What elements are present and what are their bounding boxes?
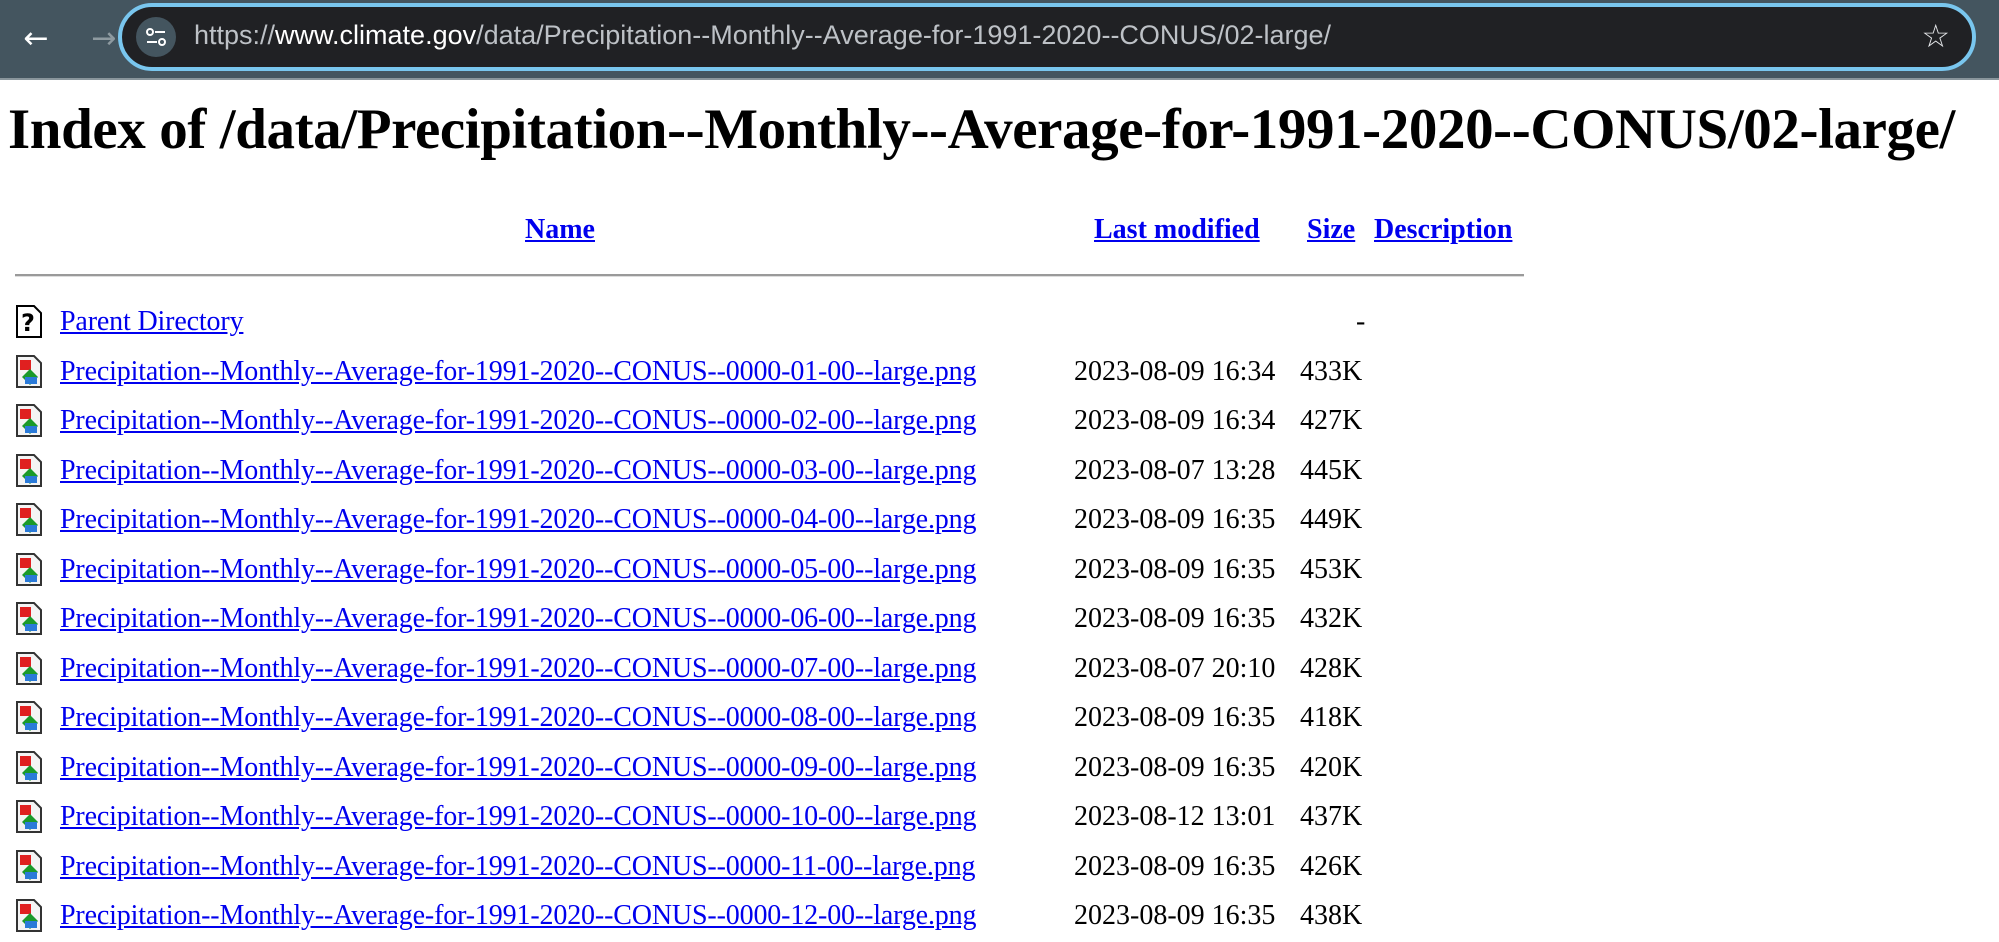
file-link[interactable]: Precipitation--Monthly--Average-for-1991… — [60, 504, 977, 536]
file-link[interactable]: Precipitation--Monthly--Average-for-1991… — [60, 554, 977, 586]
file-size: 437K — [1300, 801, 1363, 832]
file-last-modified: 2023-08-09 16:35 — [1074, 553, 1276, 585]
file-size: 420K — [1300, 751, 1363, 783]
file-last-modified: 2023-08-09 16:35 — [1074, 504, 1276, 535]
file-last-modified: 2023-08-09 16:35 — [1074, 850, 1276, 882]
address-bar[interactable]: https://www.climate.gov/data/Precipitati… — [118, 3, 1976, 71]
image-file-icon — [16, 404, 42, 437]
image-file-icon — [16, 354, 42, 388]
file-link[interactable]: Precipitation--Monthly--Average-for-1991… — [60, 801, 977, 833]
file-last-modified: 2023-08-09 16:34 — [1074, 355, 1276, 387]
arrow-left-icon: ← — [23, 20, 49, 56]
image-file-icon — [16, 701, 42, 734]
site-info-button[interactable] — [136, 17, 176, 57]
image-file-icon — [16, 651, 42, 685]
file-link[interactable]: Precipitation--Monthly--Average-for-1991… — [60, 653, 977, 685]
file-size: 445K — [1300, 454, 1363, 486]
back-button[interactable]: ← — [16, 18, 56, 58]
url-path: /data/Precipitation--Monthly--Average-fo… — [476, 20, 1332, 50]
file-link[interactable]: Precipitation--Monthly--Average-for-1991… — [60, 851, 975, 883]
file-link[interactable]: Precipitation--Monthly--Average-for-1991… — [60, 455, 977, 487]
file-link[interactable]: Precipitation--Monthly--Average-for-1991… — [60, 752, 977, 784]
url-text[interactable]: https://www.climate.gov/data/Precipitati… — [194, 20, 1331, 51]
image-file-icon — [16, 899, 42, 932]
file-link[interactable]: Precipitation--Monthly--Average-for-1991… — [60, 603, 977, 635]
file-last-modified: 2023-08-09 16:34 — [1074, 405, 1276, 436]
image-file-icon — [16, 503, 42, 536]
image-file-icon — [16, 602, 42, 635]
file-last-modified: 2023-08-07 13:28 — [1074, 454, 1276, 486]
browser-toolbar: ← → ↻ https://www.climate.gov/data/Preci… — [0, 0, 1999, 80]
question-mark-icon: ? — [16, 305, 42, 338]
image-file-icon — [16, 453, 42, 487]
svg-text:?: ? — [21, 309, 35, 337]
file-size: 432K — [1300, 603, 1363, 634]
url-scheme: https:// — [194, 20, 276, 50]
file-last-modified: 2023-08-07 20:10 — [1074, 652, 1276, 684]
file-size: 438K — [1300, 900, 1363, 931]
sort-by-size-link[interactable]: Size — [1307, 214, 1355, 246]
star-icon: ☆ — [1921, 17, 1950, 55]
bookmark-button[interactable]: ☆ — [1921, 17, 1950, 55]
header-divider — [15, 274, 1524, 277]
parent-directory-link[interactable]: Parent Directory — [60, 306, 244, 338]
file-last-modified: 2023-08-09 16:35 — [1074, 751, 1276, 783]
file-last-modified: 2023-08-12 13:01 — [1074, 801, 1276, 832]
file-link[interactable]: Precipitation--Monthly--Average-for-1991… — [60, 900, 977, 932]
file-size: 418K — [1300, 702, 1363, 733]
sort-by-name-link[interactable]: Name — [525, 214, 595, 246]
file-size: 449K — [1300, 504, 1363, 535]
file-link[interactable]: Precipitation--Monthly--Average-for-1991… — [60, 702, 977, 734]
image-file-icon — [16, 800, 42, 833]
page-title: Index of /data/Precipitation--Monthly--A… — [8, 98, 1955, 161]
file-size: 433K — [1300, 355, 1363, 387]
image-file-icon — [16, 552, 42, 586]
url-domain: www.climate.gov — [275, 20, 477, 50]
file-size: 428K — [1300, 652, 1363, 684]
file-last-modified: 2023-08-09 16:35 — [1074, 603, 1276, 634]
file-last-modified: 2023-08-09 16:35 — [1074, 900, 1276, 931]
image-file-icon — [16, 750, 42, 784]
sort-by-description-link[interactable]: Description — [1374, 214, 1512, 246]
file-size: 427K — [1300, 405, 1363, 436]
tune-icon — [146, 28, 166, 46]
file-size: 426K — [1300, 850, 1363, 882]
image-file-icon — [16, 849, 42, 883]
file-size: 453K — [1300, 553, 1363, 585]
file-link[interactable]: Precipitation--Monthly--Average-for-1991… — [60, 405, 977, 437]
arrow-right-icon: → — [91, 20, 117, 56]
parent-size: - — [1356, 306, 1366, 337]
file-last-modified: 2023-08-09 16:35 — [1074, 702, 1276, 733]
file-link[interactable]: Precipitation--Monthly--Average-for-1991… — [60, 356, 977, 388]
sort-by-last-modified-link[interactable]: Last modified — [1094, 214, 1260, 246]
